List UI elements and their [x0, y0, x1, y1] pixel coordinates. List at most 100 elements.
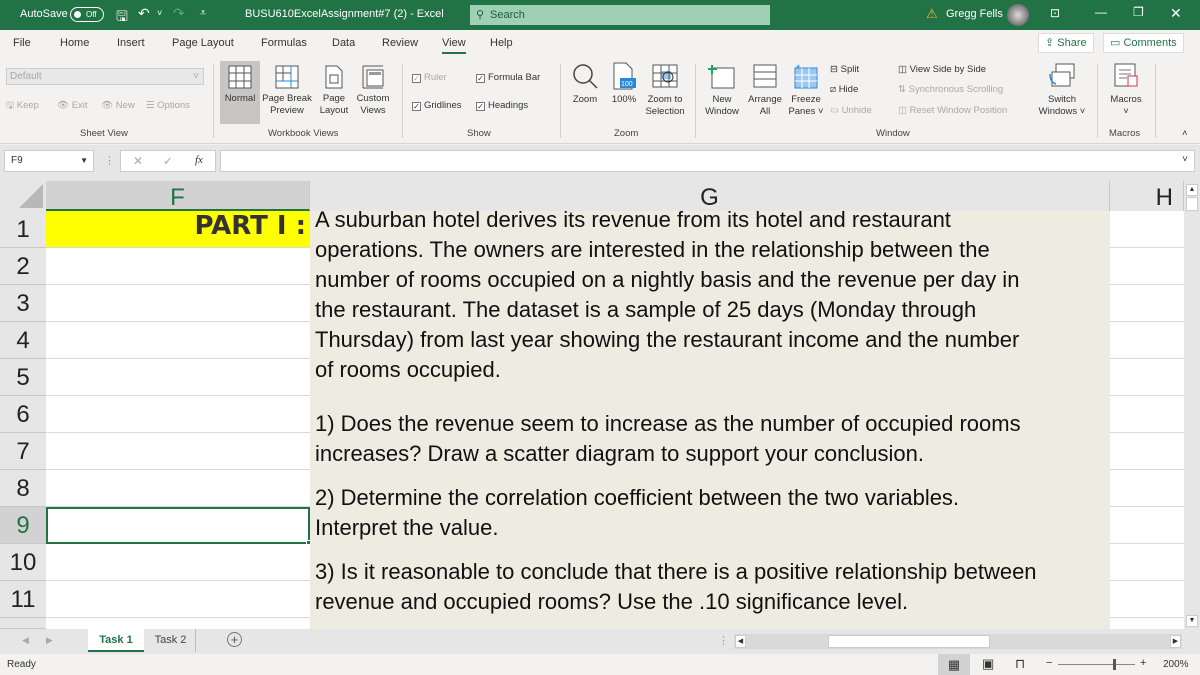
tab-view[interactable]: View: [442, 37, 466, 54]
horizontal-scroll-thumb[interactable]: [828, 635, 990, 648]
formula-input[interactable]: ˅: [220, 150, 1195, 172]
hide-button[interactable]: ⧄ Hide: [830, 84, 858, 96]
search-box[interactable]: ⚲ Search: [470, 5, 770, 25]
tab-file[interactable]: File: [13, 37, 31, 49]
page-layout-view-button[interactable]: Page Layout: [316, 65, 352, 117]
autosave-toggle[interactable]: Off: [70, 7, 104, 22]
collapse-ribbon-icon[interactable]: ˄: [1182, 128, 1188, 140]
arrange-all-button[interactable]: Arrange All: [745, 62, 785, 118]
minimize-icon[interactable]: —: [1095, 5, 1107, 19]
drag-handle-icon[interactable]: ⋮: [104, 154, 115, 167]
gridlines-checkbox[interactable]: ✓ Gridlines: [412, 100, 462, 112]
row-header[interactable]: 5: [0, 359, 46, 396]
tab-review[interactable]: Review: [382, 37, 418, 49]
vertical-scroll-thumb[interactable]: [1186, 197, 1198, 211]
page-break-status-icon[interactable]: ⊓: [1015, 656, 1025, 672]
tab-split-handle[interactable]: ⋮: [718, 634, 729, 647]
row-header[interactable]: 10: [0, 544, 46, 581]
column-header-f[interactable]: F: [46, 181, 310, 211]
enter-icon[interactable]: ✓: [163, 154, 173, 168]
tab-formulas[interactable]: Formulas: [261, 37, 307, 49]
freeze-panes-button[interactable]: * Freeze Panes ˅: [786, 62, 826, 118]
scroll-tabs-left-icon[interactable]: ◀: [22, 635, 29, 646]
scroll-tabs-right-icon[interactable]: ▶: [46, 635, 53, 646]
customize-toolbar-icon[interactable]: ⩡: [200, 7, 206, 20]
tab-insert[interactable]: Insert: [117, 37, 145, 49]
zoom-level[interactable]: 200%: [1163, 659, 1189, 670]
column-h-cells[interactable]: [1110, 211, 1184, 629]
zoom-button[interactable]: Zoom: [568, 62, 602, 106]
zoom-to-selection-button[interactable]: Zoom to Selection: [642, 62, 688, 118]
tab-help[interactable]: Help: [490, 37, 513, 49]
row-header[interactable]: 6: [0, 396, 46, 433]
cell[interactable]: [46, 433, 310, 470]
undo-icon[interactable]: ↶: [138, 5, 150, 22]
row-header-selected[interactable]: 9: [0, 507, 46, 544]
normal-view-button[interactable]: Normal: [220, 61, 260, 124]
row-header[interactable]: 4: [0, 322, 46, 359]
user-name[interactable]: Gregg Fells: [946, 8, 1003, 20]
tab-page-layout[interactable]: Page Layout: [172, 37, 234, 49]
custom-views-button[interactable]: Custom Views: [353, 65, 393, 117]
add-sheet-icon[interactable]: +: [227, 632, 242, 647]
row-header[interactable]: 1: [0, 211, 46, 248]
scroll-right-icon[interactable]: ▶: [1170, 635, 1181, 648]
normal-view-status-button[interactable]: ▦: [938, 654, 970, 675]
cell[interactable]: [46, 322, 310, 359]
zoom-in-button[interactable]: +: [1140, 657, 1146, 669]
page-break-preview-button[interactable]: Page Break Preview: [261, 65, 313, 117]
restore-icon[interactable]: ❐: [1133, 5, 1144, 19]
row-header[interactable]: 8: [0, 470, 46, 507]
row-header[interactable]: 7: [0, 433, 46, 470]
warning-icon[interactable]: ⚠: [926, 6, 938, 22]
row-header[interactable]: 11: [0, 581, 46, 618]
headings-checkbox[interactable]: ✓ Headings: [476, 100, 528, 112]
row-header[interactable]: 3: [0, 285, 46, 322]
insert-function-icon[interactable]: fx: [195, 154, 203, 166]
column-header-h[interactable]: H: [1110, 181, 1184, 211]
cell-f1[interactable]: PART I :: [46, 211, 310, 248]
cell[interactable]: [46, 581, 310, 618]
scroll-left-icon[interactable]: ◀: [735, 635, 746, 648]
row-header-partial[interactable]: [0, 618, 46, 629]
cell[interactable]: [46, 248, 310, 285]
zoom-100-button[interactable]: 100 100%: [608, 62, 640, 106]
comments-button[interactable]: ▭ Comments: [1103, 33, 1184, 53]
cell[interactable]: [46, 544, 310, 581]
zoom-slider-thumb[interactable]: [1113, 659, 1116, 670]
sheet-tab-task-2[interactable]: Task 2: [146, 629, 196, 652]
view-side-by-side-button[interactable]: ◫ View Side by Side: [898, 64, 986, 76]
view-side-label: View Side by Side: [909, 64, 987, 75]
cancel-icon[interactable]: ✕: [133, 154, 143, 168]
formula-bar-checkbox[interactable]: ✓ Formula Bar: [476, 72, 540, 84]
sheet-tab-task-1[interactable]: Task 1: [88, 629, 144, 652]
tab-data[interactable]: Data: [332, 37, 355, 49]
scroll-down-icon[interactable]: ▼: [1186, 615, 1198, 627]
close-icon[interactable]: ✕: [1170, 5, 1182, 22]
share-button[interactable]: ⇪ Share: [1038, 33, 1094, 53]
save-icon[interactable]: 🖫: [116, 6, 128, 30]
row-header[interactable]: 2: [0, 248, 46, 285]
avatar[interactable]: [1007, 4, 1029, 26]
ribbon-display-options-icon[interactable]: ⊡: [1050, 6, 1060, 20]
split-button[interactable]: ⊟ Split: [830, 64, 859, 76]
zoom-slider-track[interactable]: [1058, 664, 1135, 665]
expand-formula-bar-icon[interactable]: ˅: [1182, 154, 1188, 165]
cell[interactable]: [46, 470, 310, 507]
select-all-button[interactable]: [0, 181, 46, 211]
name-box[interactable]: F9 ▼: [4, 150, 94, 172]
scroll-up-icon[interactable]: ▲: [1186, 184, 1198, 196]
tab-home[interactable]: Home: [60, 37, 89, 49]
horizontal-scrollbar[interactable]: ◀ ▶: [734, 634, 1182, 649]
cell[interactable]: [46, 285, 310, 322]
page-layout-status-icon[interactable]: ▣: [982, 656, 994, 672]
vertical-scrollbar[interactable]: ▲ ▼: [1184, 181, 1200, 629]
cell[interactable]: [46, 359, 310, 396]
macros-button[interactable]: Macros ˅: [1104, 62, 1148, 118]
undo-dropdown-icon[interactable]: ˅: [157, 8, 162, 18]
switch-windows-button[interactable]: Switch Windows ˅: [1034, 62, 1090, 118]
cell-f9-selected[interactable]: [46, 507, 312, 546]
cell[interactable]: [46, 396, 310, 433]
zoom-out-button[interactable]: −: [1046, 657, 1052, 669]
new-window-button[interactable]: New Window: [702, 62, 742, 118]
